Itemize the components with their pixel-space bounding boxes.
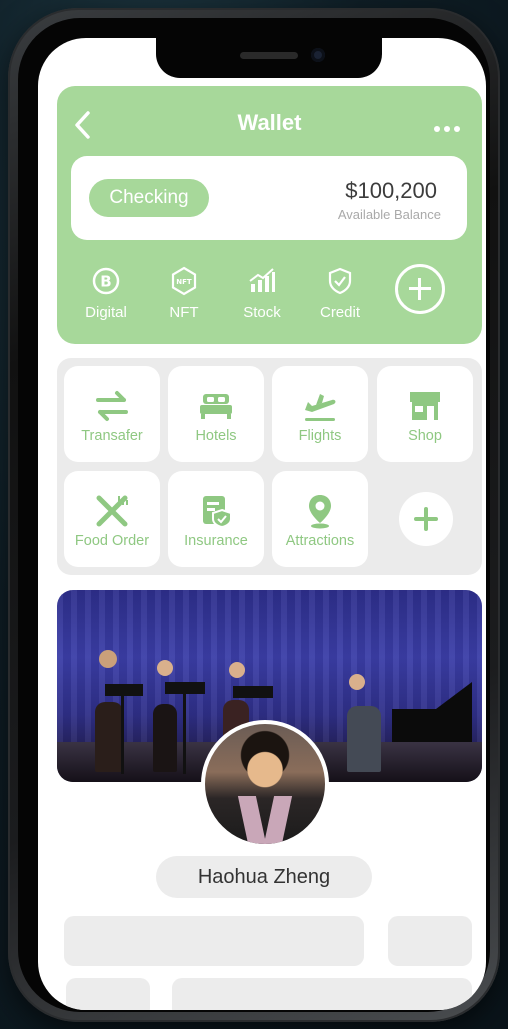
map-pin-icon xyxy=(302,493,338,529)
service-flights[interactable]: Flights xyxy=(272,366,368,462)
speaker-grille xyxy=(240,52,298,59)
asset-stock[interactable]: Stock xyxy=(227,266,297,321)
asset-credit[interactable]: Credit xyxy=(305,266,375,321)
svg-text:B: B xyxy=(100,273,111,291)
service-transfer[interactable]: Transafer xyxy=(64,366,160,462)
placeholder-block xyxy=(66,978,150,1010)
avatar[interactable] xyxy=(201,720,329,848)
nft-icon: NFT xyxy=(169,266,199,296)
stock-chart-icon xyxy=(247,266,277,296)
services-grid: Transafer Hotels Flights Shop Food Order… xyxy=(57,358,482,575)
account-type-pill[interactable]: Checking xyxy=(89,179,209,217)
svg-text:NFT: NFT xyxy=(176,278,192,286)
phone-screen: Wallet Checking $100,200 Available Balan… xyxy=(38,38,486,1010)
service-hotels[interactable]: Hotels xyxy=(168,366,264,462)
asset-nft[interactable]: NFT NFT xyxy=(149,266,219,321)
placeholder-block xyxy=(64,916,364,966)
asset-label: Stock xyxy=(243,304,281,321)
asset-digital[interactable]: B Digital xyxy=(71,266,141,321)
fork-knife-icon xyxy=(94,493,130,529)
bed-icon xyxy=(198,388,234,424)
asset-label: Digital xyxy=(85,304,127,321)
service-label: Hotels xyxy=(195,428,237,444)
service-insurance[interactable]: Insurance xyxy=(168,471,264,567)
storefront-icon xyxy=(407,388,443,424)
transfer-arrows-icon xyxy=(94,388,130,424)
balance-amount: $100,200 xyxy=(345,178,437,203)
wallet-card: Wallet Checking $100,200 Available Balan… xyxy=(57,86,482,344)
add-asset-button[interactable] xyxy=(395,264,445,314)
service-label: Flights xyxy=(298,428,342,444)
service-attractions[interactable]: Attractions xyxy=(272,471,368,567)
balance-card[interactable]: Checking $100,200 Available Balance xyxy=(71,156,467,240)
shield-check-icon xyxy=(325,266,355,296)
balance-caption: Available Balance xyxy=(337,207,441,222)
service-food-order[interactable]: Food Order xyxy=(64,471,160,567)
service-label: Transafer xyxy=(81,428,143,444)
placeholder-block xyxy=(388,916,472,966)
asset-label: NFT xyxy=(169,304,199,321)
asset-label: Credit xyxy=(319,304,360,321)
add-service-button[interactable] xyxy=(399,492,453,546)
profile-name: Haohua Zheng xyxy=(156,856,372,898)
phone-frame: Wallet Checking $100,200 Available Balan… xyxy=(8,8,500,1022)
service-label: Attractions xyxy=(285,533,355,549)
front-camera xyxy=(311,48,325,62)
placeholder-block xyxy=(172,978,472,1010)
service-label: Shop xyxy=(408,428,442,444)
service-label: Insurance xyxy=(184,533,248,549)
notch xyxy=(156,38,382,78)
service-label: Food Order xyxy=(74,533,150,549)
page-title: Wallet xyxy=(237,110,302,135)
service-shop[interactable]: Shop xyxy=(377,366,473,462)
plane-icon xyxy=(302,388,338,424)
asset-type-row: B Digital NFT NFT Stock Credit xyxy=(71,264,467,328)
bitcoin-icon: B xyxy=(91,266,121,296)
insurance-doc-icon xyxy=(198,493,234,529)
more-options-icon[interactable] xyxy=(434,126,460,132)
